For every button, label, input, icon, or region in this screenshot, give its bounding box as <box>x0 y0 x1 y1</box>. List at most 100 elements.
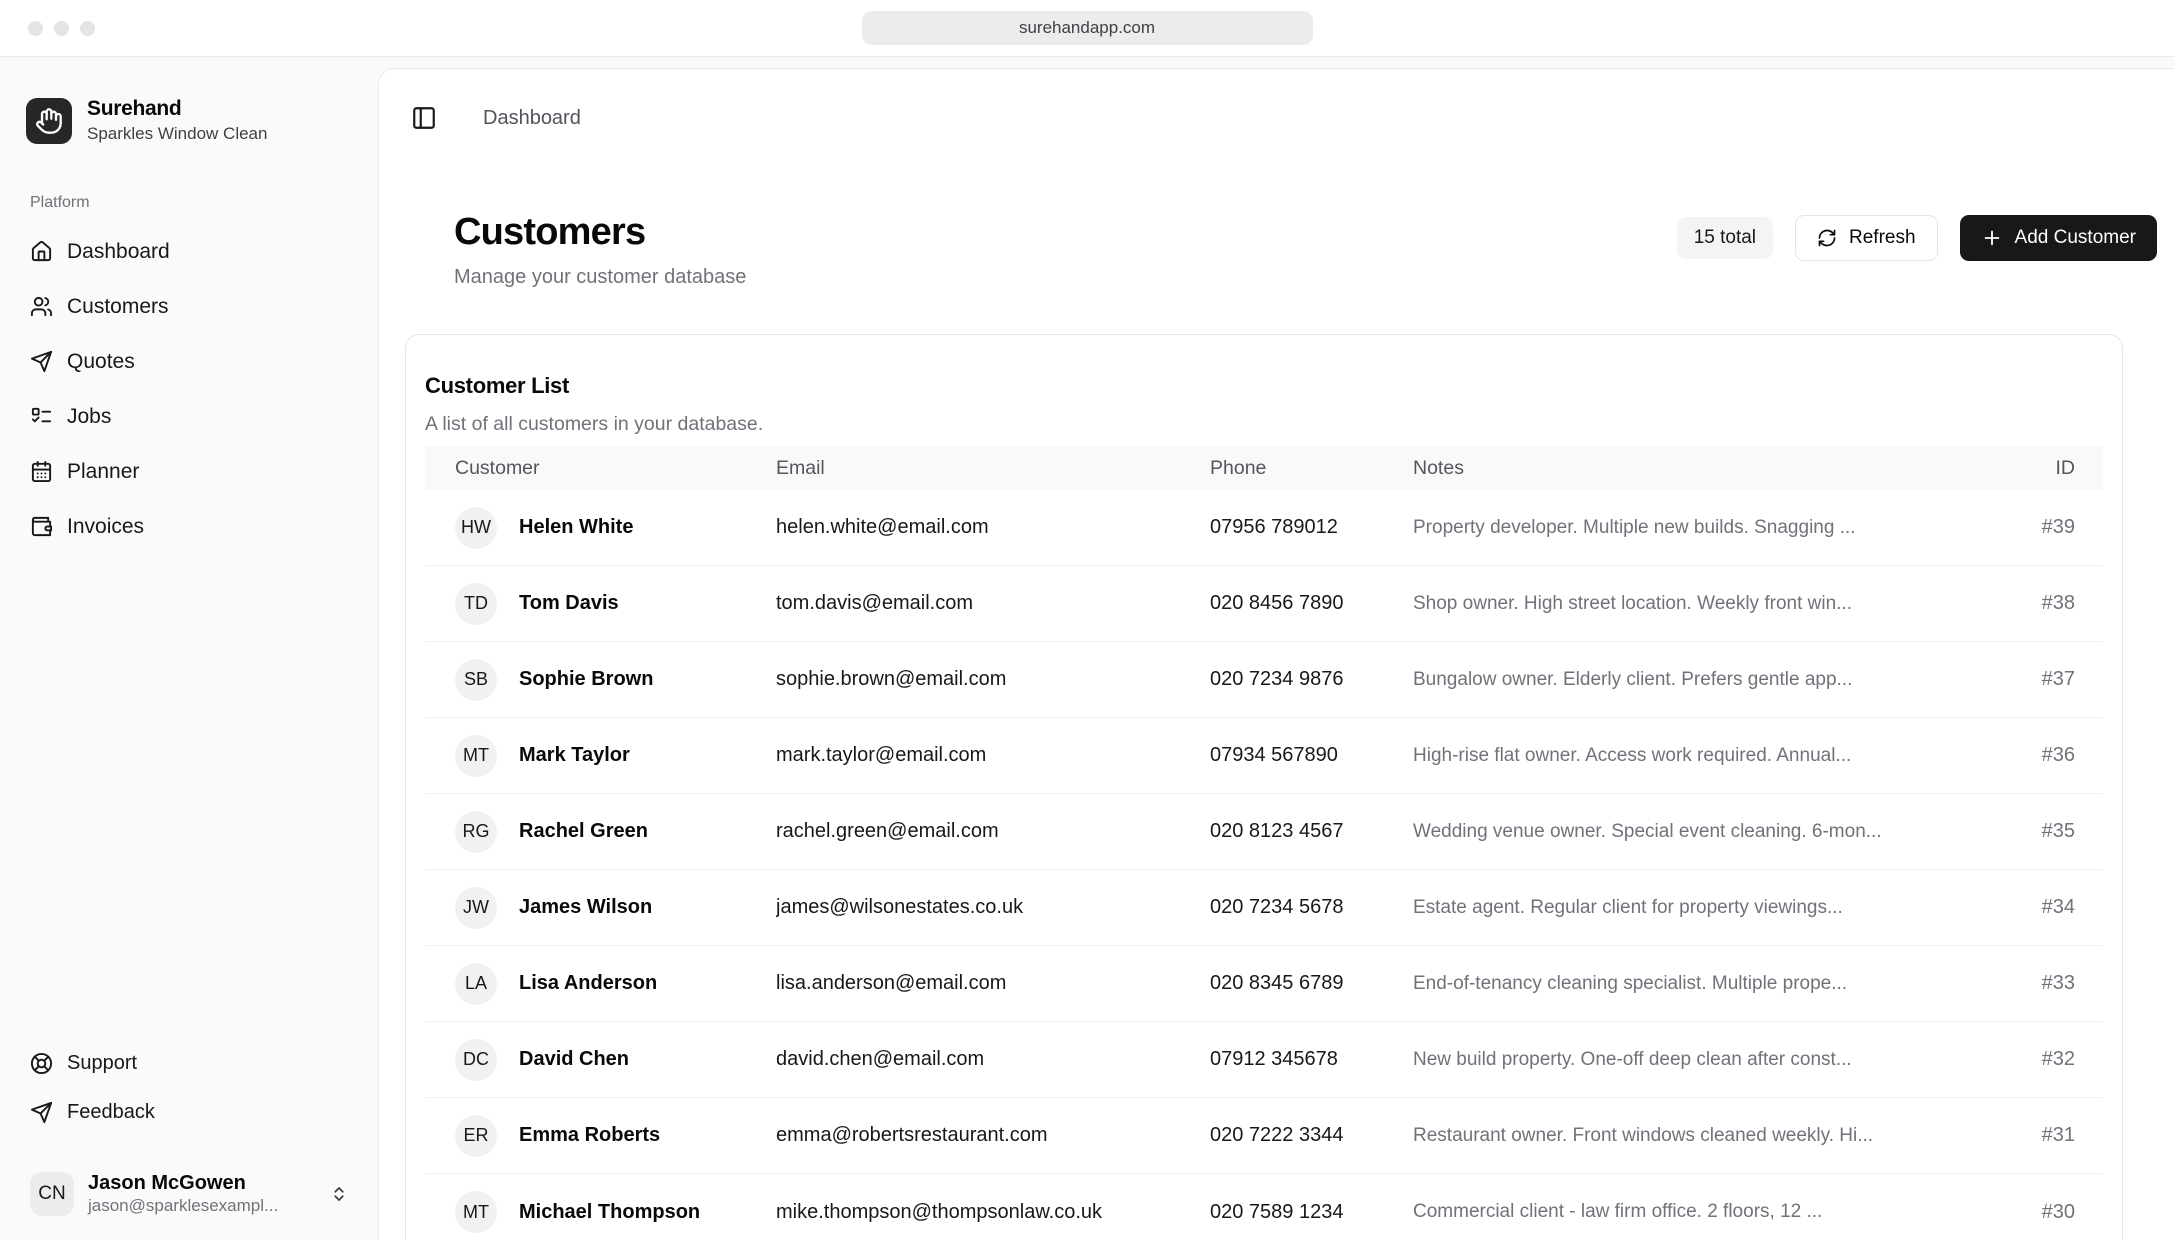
avatar-initials: MT <box>463 745 489 766</box>
table-row[interactable]: HW Helen White helen.white@email.com 079… <box>425 490 2103 566</box>
main-area: Dashboard Customers Manage your customer… <box>378 57 2174 1240</box>
window-control-dot[interactable] <box>54 21 69 36</box>
sidebar-item-invoices[interactable]: Invoices <box>22 499 356 554</box>
customer-id: #35 <box>2013 820 2103 843</box>
avatar: SB <box>455 659 497 701</box>
calendar-icon <box>30 460 53 483</box>
total-count-badge: 15 total <box>1677 217 1773 259</box>
customer-email: lisa.anderson@email.com <box>776 972 1210 995</box>
sidebar-item-label: Support <box>67 1052 137 1075</box>
sidebar-item-quotes[interactable]: Quotes <box>22 334 356 389</box>
customer-phone: 020 7222 3344 <box>1210 1124 1413 1147</box>
avatar-initials: JW <box>463 897 489 918</box>
customer-name: David Chen <box>519 1048 629 1071</box>
table-row[interactable]: JW James Wilson james@wilsonestates.co.u… <box>425 870 2103 946</box>
add-customer-button[interactable]: Add Customer <box>1960 215 2157 261</box>
sidebar-item-jobs[interactable]: Jobs <box>22 389 356 444</box>
customer-name: Helen White <box>519 516 633 539</box>
customer-phone: 020 7589 1234 <box>1210 1201 1413 1224</box>
customer-cell: LA Lisa Anderson <box>425 963 776 1005</box>
send-icon <box>30 1101 53 1124</box>
sidebar-item-planner[interactable]: Planner <box>22 444 356 499</box>
user-info: Jason McGowen jason@sparklesexampl... <box>88 1171 278 1216</box>
sidebar-item-support[interactable]: Support <box>22 1039 356 1088</box>
breadcrumb: Dashboard <box>483 107 581 130</box>
sidebar-footer: Support Feedback CN Jason McGowen jason@… <box>22 1039 356 1222</box>
sidebar-item-dashboard[interactable]: Dashboard <box>22 224 356 279</box>
customer-phone: 07912 345678 <box>1210 1048 1413 1071</box>
customer-cell: ER Emma Roberts <box>425 1115 776 1157</box>
sidebar-item-label: Feedback <box>67 1101 155 1124</box>
table-row[interactable]: LA Lisa Anderson lisa.anderson@email.com… <box>425 946 2103 1022</box>
sidebar-item-feedback[interactable]: Feedback <box>22 1088 356 1137</box>
avatar: RG <box>455 811 497 853</box>
list-todo-icon <box>30 405 53 428</box>
sidebar-section-label: Platform <box>30 194 356 212</box>
url-bar[interactable]: surehandapp.com <box>862 11 1313 45</box>
customer-email: tom.davis@email.com <box>776 592 1210 615</box>
column-header-notes: Notes <box>1413 457 2013 480</box>
brand-text: Surehand Sparkles Window Clean <box>87 97 267 144</box>
customer-name: Rachel Green <box>519 820 648 843</box>
table-row[interactable]: RG Rachel Green rachel.green@email.com 0… <box>425 794 2103 870</box>
table-row[interactable]: ER Emma Roberts emma@robertsrestaurant.c… <box>425 1098 2103 1174</box>
users-icon <box>30 295 53 318</box>
avatar-initials: SB <box>464 669 488 690</box>
brand-tagline: Sparkles Window Clean <box>87 124 267 144</box>
sidebar-item-label: Quotes <box>67 350 135 374</box>
user-menu[interactable]: CN Jason McGowen jason@sparklesexampl... <box>22 1165 356 1222</box>
surehand-logo <box>26 98 72 144</box>
hand-icon <box>35 107 63 135</box>
url-text: surehandapp.com <box>1019 18 1155 38</box>
avatar: HW <box>455 507 497 549</box>
column-header-id: ID <box>2013 457 2103 480</box>
page-header-text: Customers Manage your customer database <box>454 211 746 289</box>
refresh-icon <box>1817 228 1837 248</box>
avatar-initials: MT <box>463 1202 489 1223</box>
customer-email: emma@robertsrestaurant.com <box>776 1124 1210 1147</box>
sidebar-item-label: Dashboard <box>67 240 170 264</box>
column-header-email: Email <box>776 457 1210 480</box>
column-header-phone: Phone <box>1210 457 1413 480</box>
refresh-button[interactable]: Refresh <box>1795 215 1938 261</box>
customer-id: #31 <box>2013 1124 2103 1147</box>
sidebar-item-customers[interactable]: Customers <box>22 279 356 334</box>
customer-cell: JW James Wilson <box>425 887 776 929</box>
avatar: DC <box>455 1039 497 1081</box>
customer-phone: 020 7234 5678 <box>1210 896 1413 919</box>
brand-block[interactable]: Surehand Sparkles Window Clean <box>22 97 356 144</box>
customer-id: #30 <box>2013 1201 2103 1224</box>
customer-notes: Commercial client - law firm office. 2 f… <box>1413 1201 2013 1223</box>
customer-name: Emma Roberts <box>519 1124 660 1147</box>
avatar: JW <box>455 887 497 929</box>
avatar-initials: LA <box>465 973 487 994</box>
table-row[interactable]: DC David Chen david.chen@email.com 07912… <box>425 1022 2103 1098</box>
window-control-dot[interactable] <box>80 21 95 36</box>
window-controls <box>28 0 95 56</box>
panel-left-icon <box>411 105 437 131</box>
chevrons-up-down-icon <box>330 1185 348 1203</box>
table-row[interactable]: MT Mark Taylor mark.taylor@email.com 079… <box>425 718 2103 794</box>
table-row[interactable]: SB Sophie Brown sophie.brown@email.com 0… <box>425 642 2103 718</box>
customer-phone: 020 8456 7890 <box>1210 592 1413 615</box>
table-row[interactable]: MT Michael Thompson mike.thompson@thomps… <box>425 1174 2103 1240</box>
avatar: CN <box>30 1172 74 1216</box>
avatar-initials: DC <box>463 1049 489 1070</box>
table-header-row: Customer Email Phone Notes ID <box>425 446 2103 490</box>
customer-id: #33 <box>2013 972 2103 995</box>
avatar-initials: RG <box>463 821 490 842</box>
column-header-customer: Customer <box>425 457 776 480</box>
sidebar-toggle-button[interactable] <box>411 105 437 131</box>
page-header: Customers Manage your customer database … <box>454 211 2157 289</box>
browser-chrome: surehandapp.com <box>0 0 2174 57</box>
customer-email: mark.taylor@email.com <box>776 744 1210 767</box>
table-row[interactable]: TD Tom Davis tom.davis@email.com 020 845… <box>425 566 2103 642</box>
page-subtitle: Manage your customer database <box>454 266 746 289</box>
customer-cell: TD Tom Davis <box>425 583 776 625</box>
customer-notes: Property developer. Multiple new builds.… <box>1413 517 2013 539</box>
customer-cell: DC David Chen <box>425 1039 776 1081</box>
avatar: ER <box>455 1115 497 1157</box>
window-control-dot[interactable] <box>28 21 43 36</box>
refresh-label: Refresh <box>1849 227 1916 249</box>
app-shell: Surehand Sparkles Window Clean Platform … <box>0 57 2174 1240</box>
